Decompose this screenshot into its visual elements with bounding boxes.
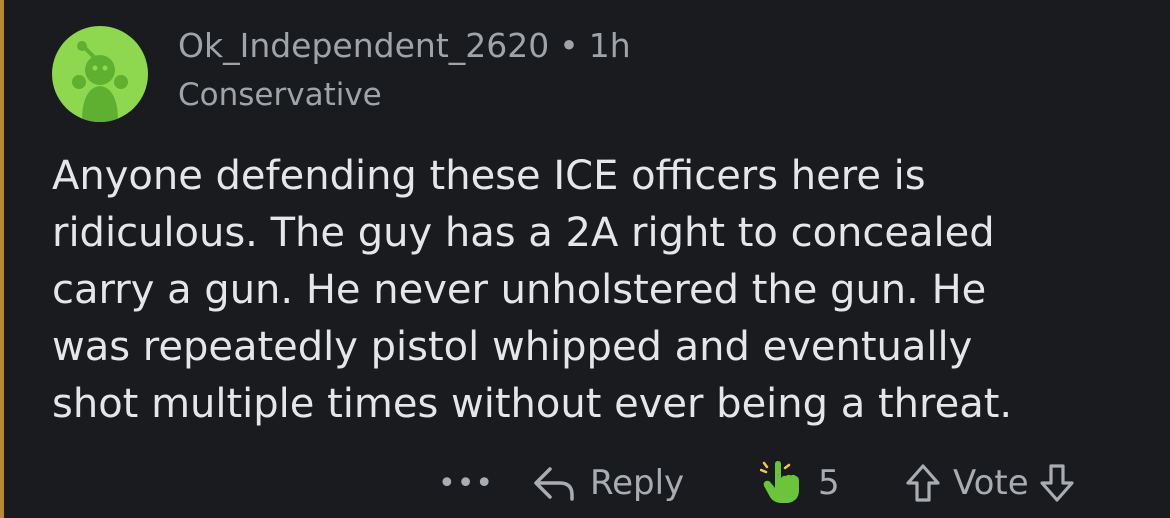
award-count: 5: [818, 463, 840, 503]
comment-body-line: ridiculous. The guy has a 2A right to co…: [52, 210, 995, 256]
comment-body: Anyone defending these ICE officers here…: [52, 148, 1132, 433]
user-avatar[interactable]: [52, 26, 148, 122]
username-link[interactable]: Ok_Independent_2620: [178, 26, 549, 65]
vote-label: Vote: [953, 463, 1029, 503]
comment-body-line: Anyone defending these ICE officers here…: [52, 153, 926, 199]
subreddit-flair: Conservative: [178, 77, 382, 113]
award-button[interactable]: 5: [760, 455, 840, 511]
reply-arrow-icon: [534, 467, 574, 501]
thread-line: [0, 0, 4, 518]
vote-control: Vote: [905, 455, 1075, 511]
pointing-hand-award-icon: [760, 461, 799, 503]
comment-timestamp: 1h: [588, 26, 631, 65]
upvote-arrow-icon[interactable]: [905, 463, 941, 503]
meta-separator: •: [559, 26, 579, 65]
downvote-arrow-icon[interactable]: [1039, 463, 1075, 503]
reply-button[interactable]: Reply: [532, 455, 684, 511]
comment-body-line: carry a gun. He never unholstered the gu…: [52, 267, 987, 313]
comment-meta: Ok_Independent_2620 • 1h: [178, 26, 631, 65]
reply-label: Reply: [590, 463, 685, 503]
reddit-snoo-avatar-icon: [72, 41, 128, 122]
comment-body-line: shot multiple times without ever being a…: [52, 381, 1013, 427]
comment-body-line: was repeatedly pistol whipped and eventu…: [52, 324, 973, 370]
comment-actions-bar: ••• Reply 5 Vote: [0, 455, 1170, 511]
more-options-button[interactable]: •••: [438, 455, 494, 511]
